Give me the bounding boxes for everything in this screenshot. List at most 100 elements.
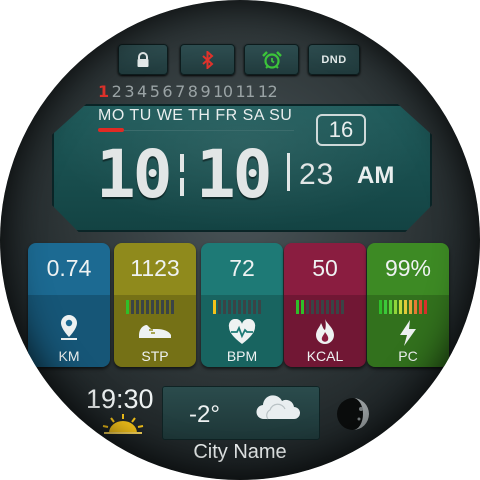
progress-segment [248, 300, 251, 314]
progress-segment [161, 300, 164, 314]
month-11: 11 [235, 82, 256, 101]
progress-segment [253, 300, 256, 314]
month-8: 8 [187, 82, 198, 101]
progress-segment [156, 300, 159, 314]
progress-segment [233, 300, 236, 314]
progress-segment [243, 300, 246, 314]
progress-segment [141, 300, 144, 314]
progress-segment [409, 300, 412, 314]
battery-progress-bar [379, 300, 427, 314]
progress-segment [238, 300, 241, 314]
progress-segment [131, 300, 134, 314]
lightning-icon [398, 319, 418, 351]
status-row: DND [118, 44, 362, 76]
progress-segment [336, 300, 339, 314]
distance-unit: KM [58, 348, 80, 364]
weekday-track [124, 130, 294, 131]
steps-unit: STP [141, 348, 169, 364]
progress-segment [166, 300, 169, 314]
progress-segment [146, 300, 149, 314]
flame-icon [314, 318, 336, 350]
progress-segment [414, 300, 417, 314]
progress-segment [321, 300, 324, 314]
sneaker-icon [137, 321, 173, 345]
battery-tile[interactable]: 99% PC [367, 243, 449, 367]
month-10: 10 [213, 82, 233, 101]
progress-segment [399, 300, 402, 314]
time-separator [178, 146, 186, 202]
city-name: City Name [193, 441, 287, 463]
month-7: 7 [175, 82, 185, 101]
progress-segment [326, 300, 329, 314]
heart-rate-progress-bar [213, 300, 261, 314]
weekday-indicator [98, 128, 124, 132]
alarm-button[interactable] [244, 44, 299, 75]
weekday-labels: MO TU WE TH FR SA SU [98, 107, 293, 124]
time-seconds: 23 [299, 158, 335, 191]
distance-value: 0.74 [46, 255, 92, 281]
progress-segment [296, 300, 299, 314]
progress-segment [384, 300, 387, 314]
progress-segment [171, 300, 174, 314]
battery-unit: PC [398, 348, 418, 364]
steps-progress-bar [126, 300, 174, 314]
progress-segment [223, 300, 226, 314]
time-hours: 10 [96, 136, 173, 213]
progress-segment [311, 300, 314, 314]
progress-segment [218, 300, 221, 314]
dnd-label: DND [321, 53, 347, 66]
lock-button[interactable] [118, 44, 168, 75]
heart-rate-unit: BPM [226, 348, 258, 364]
progress-segment [151, 300, 154, 314]
progress-segment [213, 300, 216, 314]
moon-icon [335, 396, 371, 436]
month-5: 5 [149, 82, 160, 101]
month-4: 4 [137, 82, 147, 101]
progress-segment [419, 300, 422, 314]
calories-tile[interactable]: 50 KCAL [284, 243, 366, 367]
heart-rate-tile[interactable]: 72 BPM [201, 243, 283, 367]
time-minutes: 10 [196, 136, 273, 213]
lock-icon [136, 51, 150, 68]
month-1: 1 [98, 82, 109, 101]
progress-segment [228, 300, 231, 314]
progress-segment [394, 300, 397, 314]
bluetooth-button[interactable] [180, 44, 235, 75]
progress-segment [424, 300, 427, 314]
time-ampm: AM [357, 162, 395, 189]
cloud-icon [254, 393, 302, 427]
temperature: -2° [189, 401, 220, 428]
month-9: 9 [200, 82, 211, 101]
seconds-divider [287, 153, 290, 191]
distance-tile[interactable]: 0.74 KM [28, 243, 110, 367]
progress-segment [301, 300, 304, 314]
progress-segment [341, 300, 344, 314]
progress-segment [136, 300, 139, 314]
month-indicator: 1 2 3 4 5 6 7 8 9 10 11 12 [98, 82, 384, 101]
second-time: 19:30 [86, 384, 154, 414]
month-6: 6 [162, 82, 173, 101]
progress-segment [126, 300, 129, 314]
calories-progress-bar [296, 300, 344, 314]
heart-pulse-icon [227, 318, 257, 349]
steps-value: 1123 [130, 255, 180, 281]
calories-value: 50 [312, 255, 338, 281]
progress-segment [331, 300, 334, 314]
month-3: 3 [124, 82, 135, 101]
progress-segment [404, 300, 407, 314]
bluetooth-icon [201, 50, 214, 69]
sunset-icon [100, 412, 146, 438]
month-12: 12 [257, 82, 278, 101]
steps-tile[interactable]: 1123 STP [114, 243, 196, 367]
progress-segment [258, 300, 261, 314]
location-pin-icon [57, 313, 81, 347]
progress-segment [389, 300, 392, 314]
watch-face: DND 1 2 3 4 5 6 7 8 9 10 11 12 MO TU WE … [0, 0, 480, 480]
date-day[interactable]: 16 [316, 114, 366, 146]
month-2: 2 [111, 82, 122, 101]
progress-segment [316, 300, 319, 314]
progress-segment [379, 300, 382, 314]
calories-unit: KCAL [306, 348, 344, 364]
progress-segment [306, 300, 309, 314]
dnd-button[interactable]: DND [308, 44, 360, 75]
